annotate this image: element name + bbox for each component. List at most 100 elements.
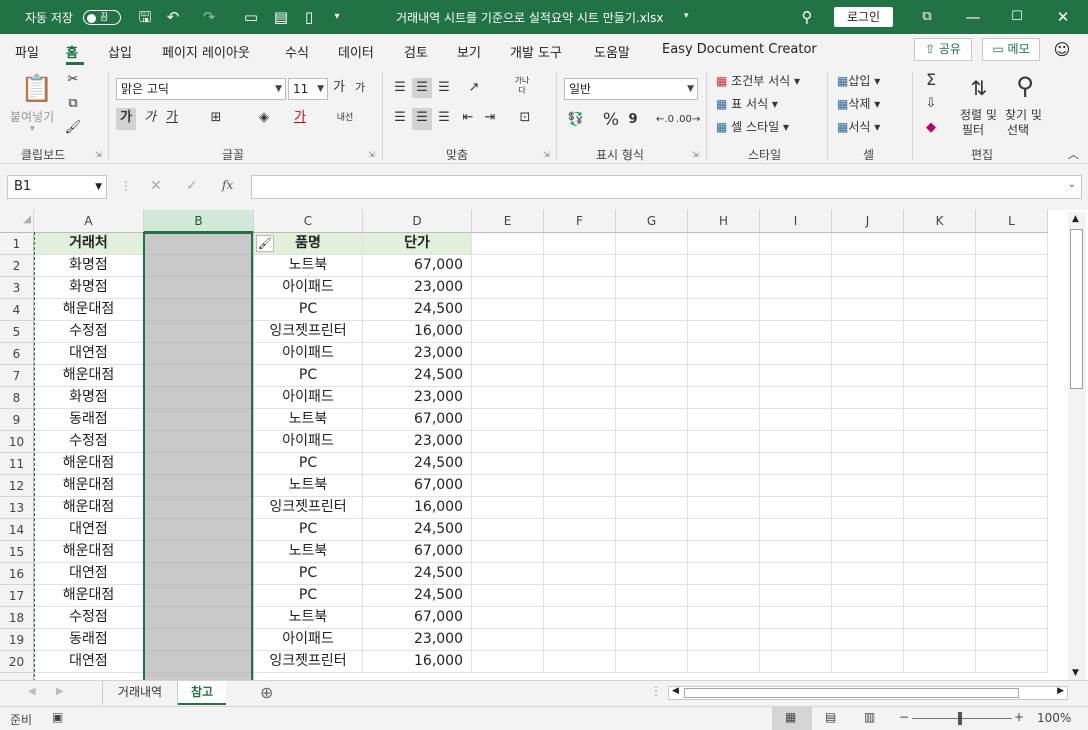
cell-c11[interactable]: PC bbox=[254, 453, 363, 475]
column-header-a[interactable]: A bbox=[34, 210, 144, 233]
row-header-3[interactable]: 3 bbox=[0, 277, 34, 299]
cell-c5[interactable]: 잉크젯프린터 bbox=[254, 321, 363, 343]
login-button[interactable]: 로그인 bbox=[834, 7, 893, 27]
row-header-17[interactable]: 17 bbox=[0, 585, 34, 607]
cell-e14[interactable] bbox=[472, 519, 544, 541]
restore-icon[interactable]: ⧉ bbox=[918, 8, 936, 26]
cell-i17[interactable] bbox=[760, 585, 832, 607]
tab-review[interactable]: 검토 bbox=[404, 42, 428, 61]
cell-k6[interactable] bbox=[904, 343, 976, 365]
document-icon[interactable]: ▯ bbox=[300, 8, 318, 26]
cell-g17[interactable] bbox=[616, 585, 688, 607]
percent-button[interactable]: % bbox=[600, 110, 622, 130]
row-header-18[interactable]: 18 bbox=[0, 607, 34, 629]
cell-e12[interactable] bbox=[472, 475, 544, 497]
cell-l19[interactable] bbox=[976, 629, 1048, 651]
cell-i4[interactable] bbox=[760, 299, 832, 321]
cell-l14[interactable] bbox=[976, 519, 1048, 541]
cell-k9[interactable] bbox=[904, 409, 976, 431]
column-header-i[interactable]: I bbox=[760, 210, 832, 233]
cell-d15[interactable]: 67,000 bbox=[363, 541, 472, 563]
alignment-launcher-icon[interactable]: ⇲ bbox=[543, 150, 550, 159]
sort-icon[interactable]: ⇅ bbox=[962, 74, 996, 102]
cell-f8[interactable] bbox=[544, 387, 616, 409]
cell-h12[interactable] bbox=[688, 475, 760, 497]
cell-h14[interactable] bbox=[688, 519, 760, 541]
column-header-g[interactable]: G bbox=[616, 210, 688, 233]
tab-easy-document-creator[interactable]: Easy Document Creator bbox=[662, 42, 817, 57]
cell-f1[interactable] bbox=[544, 233, 616, 255]
insert-function-button[interactable]: fx bbox=[222, 178, 233, 192]
cell-h8[interactable] bbox=[688, 387, 760, 409]
cell-l13[interactable] bbox=[976, 497, 1048, 519]
row-header-9[interactable]: 9 bbox=[0, 409, 34, 431]
cell-i18[interactable] bbox=[760, 607, 832, 629]
cell-f19[interactable] bbox=[544, 629, 616, 651]
clear-icon[interactable]: ◆ bbox=[922, 118, 940, 138]
cell-h2[interactable] bbox=[688, 255, 760, 277]
cell-e3[interactable] bbox=[472, 277, 544, 299]
cell-e15[interactable] bbox=[472, 541, 544, 563]
cell-d12[interactable]: 67,000 bbox=[363, 475, 472, 497]
cell-d1[interactable]: 단가 bbox=[363, 233, 472, 255]
cell-c18[interactable]: 노트북 bbox=[254, 607, 363, 629]
cell-c20[interactable]: 잉크젯프린터 bbox=[254, 651, 363, 673]
cancel-icon[interactable]: ✕ bbox=[150, 178, 162, 194]
cell-k13[interactable] bbox=[904, 497, 976, 519]
cell-h20[interactable] bbox=[688, 651, 760, 673]
cell-j7[interactable] bbox=[832, 365, 904, 387]
cell-i6[interactable] bbox=[760, 343, 832, 365]
cell-h16[interactable] bbox=[688, 563, 760, 585]
zoom-slider[interactable] bbox=[912, 718, 1012, 719]
row-header-20[interactable]: 20 bbox=[0, 651, 34, 673]
cell-l2[interactable] bbox=[976, 255, 1048, 277]
column-header-b[interactable]: B bbox=[144, 210, 254, 233]
row-header-12[interactable]: 12 bbox=[0, 475, 34, 497]
cell-i16[interactable] bbox=[760, 563, 832, 585]
tab-developer[interactable]: 개발 도구 bbox=[510, 42, 562, 61]
cell-f15[interactable] bbox=[544, 541, 616, 563]
cell-g5[interactable] bbox=[616, 321, 688, 343]
cell-e20[interactable] bbox=[472, 651, 544, 673]
cell-h5[interactable] bbox=[688, 321, 760, 343]
cell-j18[interactable] bbox=[832, 607, 904, 629]
increase-indent-icon[interactable]: ⇥ bbox=[480, 108, 500, 128]
minimize-icon[interactable]: — bbox=[964, 8, 982, 26]
tab-split-icon[interactable]: ⋮ bbox=[650, 684, 662, 698]
cell-k20[interactable] bbox=[904, 651, 976, 673]
cell-i7[interactable] bbox=[760, 365, 832, 387]
find-select-label-2[interactable]: 선택 bbox=[1007, 121, 1029, 138]
cell-k19[interactable] bbox=[904, 629, 976, 651]
cell-g4[interactable] bbox=[616, 299, 688, 321]
cell-f5[interactable] bbox=[544, 321, 616, 343]
fill-color-icon[interactable]: ◈ bbox=[254, 108, 274, 128]
cell-e2[interactable] bbox=[472, 255, 544, 277]
memo-button[interactable]: ▭ 메모 bbox=[982, 38, 1040, 61]
cell-j2[interactable] bbox=[832, 255, 904, 277]
cell-g19[interactable] bbox=[616, 629, 688, 651]
font-shrink-button[interactable]: 가 bbox=[352, 78, 368, 98]
name-box[interactable]: B1 ▼ bbox=[7, 175, 107, 199]
conditional-format-button[interactable]: ▦ 조건부 서식 ▾ bbox=[716, 72, 800, 89]
cell-j11[interactable] bbox=[832, 453, 904, 475]
cell-c17[interactable]: PC bbox=[254, 585, 363, 607]
horizontal-scrollbar[interactable]: ◀ ▶ bbox=[668, 686, 1068, 700]
new-sheet-icon[interactable]: ▭ bbox=[242, 8, 260, 26]
cell-f9[interactable] bbox=[544, 409, 616, 431]
scroll-up-icon[interactable]: ▲ bbox=[1072, 214, 1079, 224]
cell-c14[interactable]: PC bbox=[254, 519, 363, 541]
cell-l5[interactable] bbox=[976, 321, 1048, 343]
cell-k8[interactable] bbox=[904, 387, 976, 409]
cell-l3[interactable] bbox=[976, 277, 1048, 299]
cell-h15[interactable] bbox=[688, 541, 760, 563]
row-header-1[interactable]: 1 bbox=[0, 233, 34, 255]
border-icon[interactable]: ⊞ bbox=[206, 108, 226, 128]
cell-h7[interactable] bbox=[688, 365, 760, 387]
delete-cells-button[interactable]: ▦삭제 ▾ bbox=[837, 95, 880, 112]
cell-l18[interactable] bbox=[976, 607, 1048, 629]
clipboard-launcher-icon[interactable]: ⇲ bbox=[95, 150, 102, 159]
cell-e6[interactable] bbox=[472, 343, 544, 365]
align-center-icon[interactable]: ☰ bbox=[412, 108, 432, 130]
cell-k14[interactable] bbox=[904, 519, 976, 541]
cell-j10[interactable] bbox=[832, 431, 904, 453]
